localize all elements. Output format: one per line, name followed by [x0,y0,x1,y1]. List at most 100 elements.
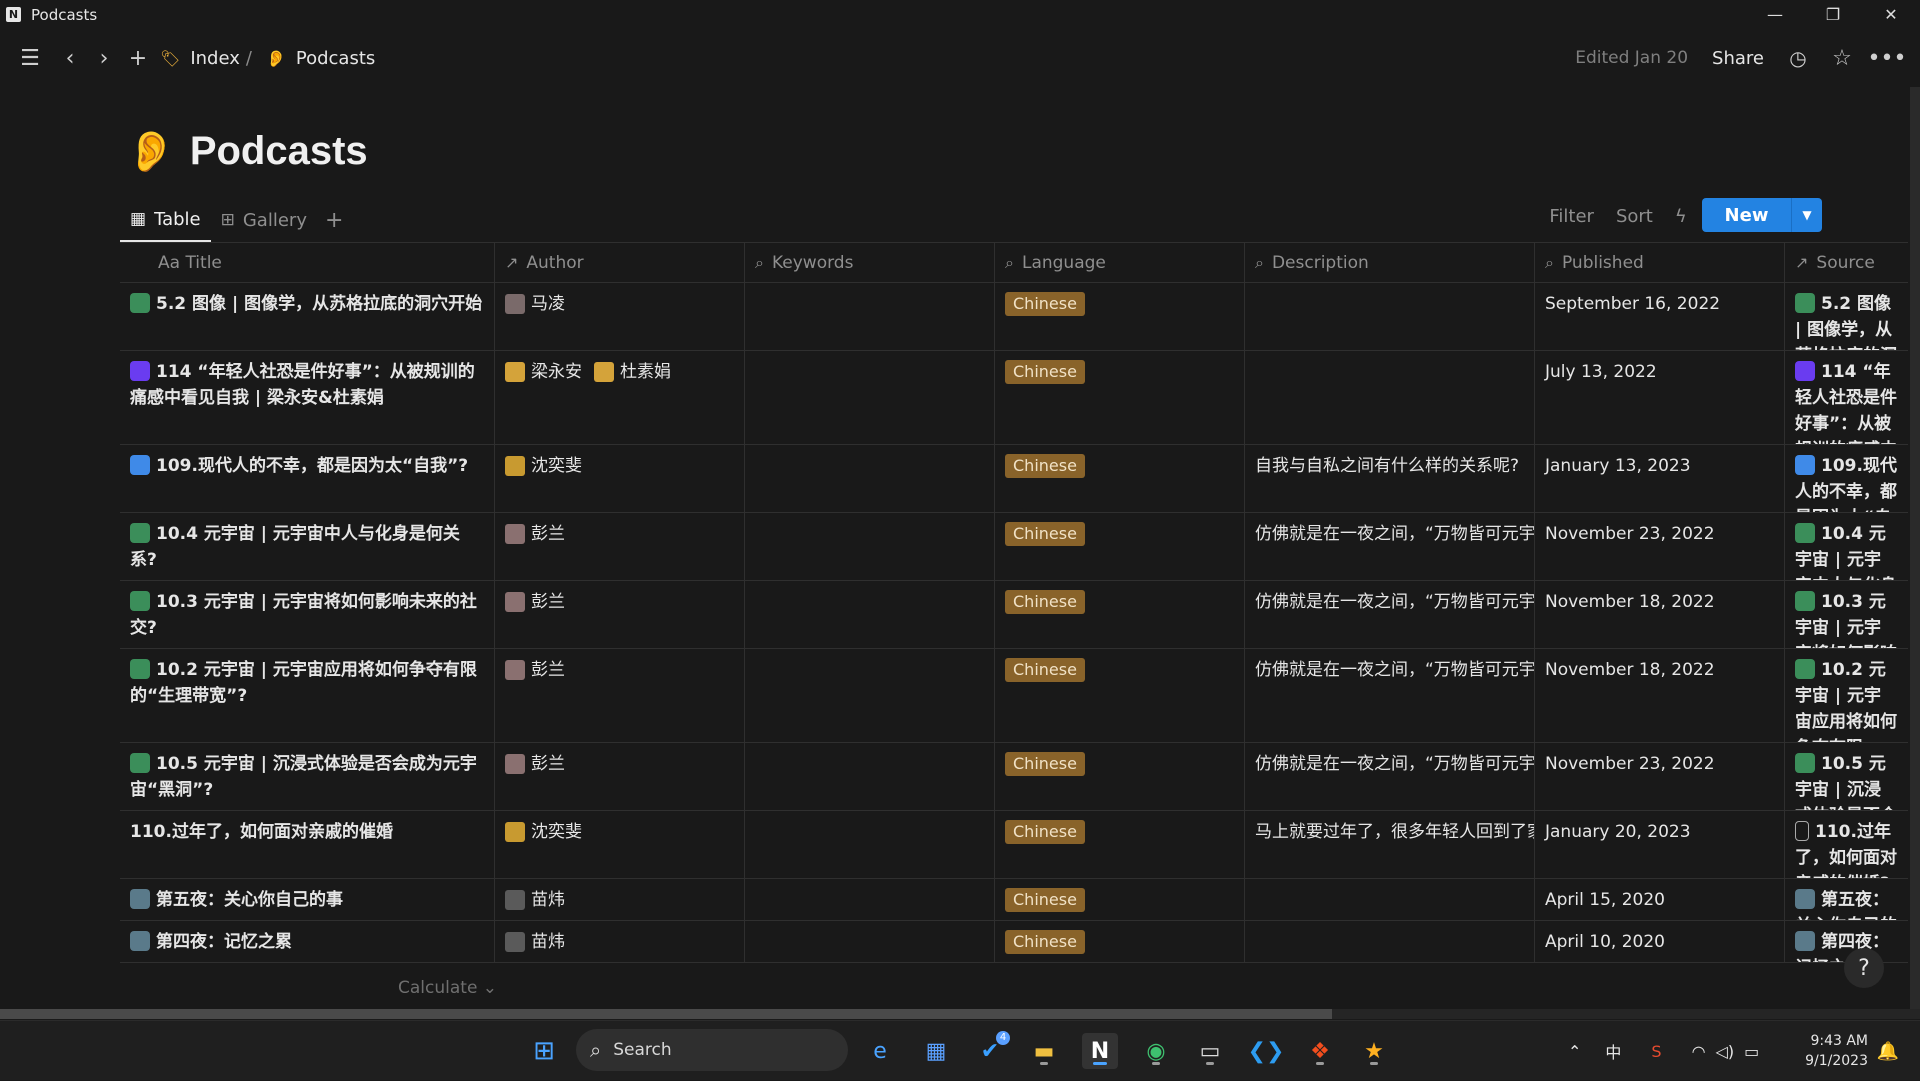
cell-title[interactable]: 10.5 元宇宙 | 沉浸式体验是否会成为元宇宙“黑洞”? [120,743,495,810]
author-chip[interactable]: 彭兰 [505,751,565,777]
author-chip[interactable]: 彭兰 [505,589,565,615]
cell-language[interactable]: Chinese [995,879,1245,920]
star-app-icon[interactable]: ★ [1356,1033,1392,1069]
cell-description[interactable] [1245,879,1535,920]
cell-author[interactable]: 梁永安 杜素娟 [495,351,745,444]
column-header-language[interactable]: ⌕ Language [995,243,1245,282]
battery-icon[interactable]: ▭ [1744,1042,1759,1061]
cell-keywords[interactable] [745,351,995,444]
cell-language[interactable]: Chinese [995,649,1245,742]
cell-published[interactable]: November 23, 2022 [1535,513,1785,580]
sogou-icon[interactable]: S [1651,1042,1661,1061]
cell-published[interactable]: January 13, 2023 [1535,445,1785,512]
ime-indicator[interactable]: 中 [1605,1039,1621,1063]
cell-source[interactable]: 10.4 元宇宙 | 元宇宙中人与化身是何关系? [1785,513,1908,580]
column-header-source[interactable]: ↗ Source [1785,243,1908,282]
menu-icon[interactable]: ☰ [18,46,42,71]
table-row[interactable]: 10.4 元宇宙 | 元宇宙中人与化身是何关系? 彭兰 Chinese 仿佛就是在一夜… [120,513,1908,581]
vscode-icon[interactable]: ❮❯ [1248,1033,1285,1069]
chevron-up-icon[interactable]: ⌃ [1568,1042,1581,1061]
cell-keywords[interactable] [745,445,995,512]
cell-description[interactable] [1245,921,1535,962]
cell-author[interactable]: 苗炜 [495,921,745,962]
cell-published[interactable]: November 18, 2022 [1535,581,1785,648]
cell-title[interactable]: 第四夜：记忆之累 [120,921,495,962]
cell-title[interactable]: 10.4 元宇宙 | 元宇宙中人与化身是何关系? [120,513,495,580]
cell-published[interactable]: April 10, 2020 [1535,921,1785,962]
windows-start-icon[interactable]: ⊞ [526,1033,562,1069]
new-button[interactable]: New ▼ [1702,198,1822,232]
cell-keywords[interactable] [745,283,995,350]
wifi-icon[interactable]: ◠ [1692,1042,1706,1061]
help-button[interactable]: ? [1844,948,1884,988]
plus-icon[interactable]: + [128,46,148,71]
scrollbar-thumb[interactable] [0,1009,1332,1019]
system-clock[interactable]: 9:43 AM 9/1/2023 [1800,1031,1868,1071]
cell-title[interactable]: 114 “年轻人社恐是件好事”：从被规训的痛感中看见自我 | 梁永安&杜素娟 [120,351,495,444]
table-row[interactable]: 109.现代人的不幸，都是因为太“自我”? 沈奕斐 Chinese 自我与自私之间有什… [120,445,1908,513]
file-explorer-icon[interactable]: ▬ [1026,1033,1062,1069]
notion-taskbar-icon[interactable]: N [1082,1033,1118,1069]
cell-source[interactable]: 110.过年了，如何面对亲戚的催婚? [1785,811,1908,878]
author-chip[interactable]: 彭兰 [505,657,565,683]
author-chip[interactable]: 杜素娟 [594,359,671,385]
edge-preview-icon[interactable]: e [862,1033,898,1069]
table-row[interactable]: 第四夜：记忆之累苗炜ChineseApril 10, 2020第四夜：记忆之累 [120,921,1908,963]
cell-title[interactable]: 5.2 图像 | 图像学，从苏格拉底的洞穴开始 [120,283,495,350]
cell-keywords[interactable] [745,921,995,962]
table-row[interactable]: 10.3 元宇宙 | 元宇宙将如何影响未来的社交? 彭兰 Chinese 仿佛就是在一… [120,581,1908,649]
cell-keywords[interactable] [745,811,995,878]
cell-published[interactable]: November 23, 2022 [1535,743,1785,810]
add-view-icon[interactable]: + [325,208,343,233]
cell-language[interactable]: Chinese [995,513,1245,580]
cell-title[interactable]: 109.现代人的不幸，都是因为太“自我”? [120,445,495,512]
breadcrumb-current[interactable]: Podcasts [296,48,375,69]
edge-browser-icon[interactable]: ◉ [1138,1033,1174,1069]
table-row[interactable]: 10.5 元宇宙 | 沉浸式体验是否会成为元宇宙“黑洞”? 彭兰 Chinese 仿佛… [120,743,1908,811]
volume-icon[interactable]: ◁) [1716,1042,1735,1061]
cell-title[interactable]: 第五夜：关心你自己的事 [120,879,495,920]
table-row[interactable]: 10.2 元宇宙 | 元宇宙应用将如何争夺有限的“生理带宽”? 彭兰 Chinese… [120,649,1908,743]
column-header-published[interactable]: ⌕ Published [1535,243,1785,282]
tab-table[interactable]: ▦ Table [120,198,211,242]
cell-source[interactable]: 10.2 元宇宙 | 元宇宙应用将如何争夺有限的“生理带宽”? [1785,649,1908,742]
author-chip[interactable]: 梁永安 [505,359,582,385]
calendar-icon[interactable]: ▦ [918,1033,954,1069]
back-arrow-icon[interactable]: ‹ [60,46,80,71]
cell-language[interactable]: Chinese [995,445,1245,512]
forward-arrow-icon[interactable]: › [94,46,114,71]
cell-source[interactable]: 10.3 元宇宙 | 元宇宙将如何影响未来的社交? [1785,581,1908,648]
cell-keywords[interactable] [745,649,995,742]
history-clock-icon[interactable]: ◷ [1786,46,1810,70]
cell-description[interactable]: 马上就要过年了，很多年轻人回到了家 [1245,811,1535,878]
cell-author[interactable]: 马凌 [495,283,745,350]
cell-published[interactable]: November 18, 2022 [1535,649,1785,742]
cell-description[interactable] [1245,351,1535,444]
restore-icon[interactable]: ❐ [1804,0,1862,29]
cell-language[interactable]: Chinese [995,921,1245,962]
filter-button[interactable]: Filter [1549,206,1594,227]
table-row[interactable]: 5.2 图像 | 图像学，从苏格拉底的洞穴开始 马凌 Chinese Septembe… [120,283,1908,351]
page-title[interactable]: Podcasts [190,129,368,174]
notification-bell-icon[interactable]: 🔔 [1870,1033,1906,1069]
cell-keywords[interactable] [745,513,995,580]
column-header-author[interactable]: ↗ Author [495,243,745,282]
table-row[interactable]: 114 “年轻人社恐是件好事”：从被规训的痛感中看见自我 | 梁永安&杜素娟 梁永… [120,351,1908,445]
cell-source[interactable]: 5.2 图像 | 图像学，从苏格拉底的洞穴开始 [1785,283,1908,350]
cell-author[interactable]: 彭兰 [495,581,745,648]
author-chip[interactable]: 沈奕斐 [505,453,582,479]
cell-keywords[interactable] [745,879,995,920]
cell-description[interactable]: 仿佛就是在一夜之间，“万物皆可元宇宙” [1245,581,1535,648]
cell-author[interactable]: 沈奕斐 [495,811,745,878]
cell-language[interactable]: Chinese [995,581,1245,648]
cell-language[interactable]: Chinese [995,743,1245,810]
taskbar-search[interactable]: ⌕ Search [576,1029,848,1071]
share-button[interactable]: Share [1712,48,1764,69]
author-chip[interactable]: 沈奕斐 [505,819,582,845]
minimize-icon[interactable]: — [1746,0,1804,29]
cell-description[interactable]: 仿佛就是在一夜之间，“万物皆可元宇宙” [1245,513,1535,580]
cell-published[interactable]: July 13, 2022 [1535,351,1785,444]
cell-source[interactable]: 109.现代人的不幸，都是因为太“自我”? [1785,445,1908,512]
todo-check-icon[interactable]: ✔ 4 [972,1031,1010,1069]
cell-description[interactable] [1245,283,1535,350]
